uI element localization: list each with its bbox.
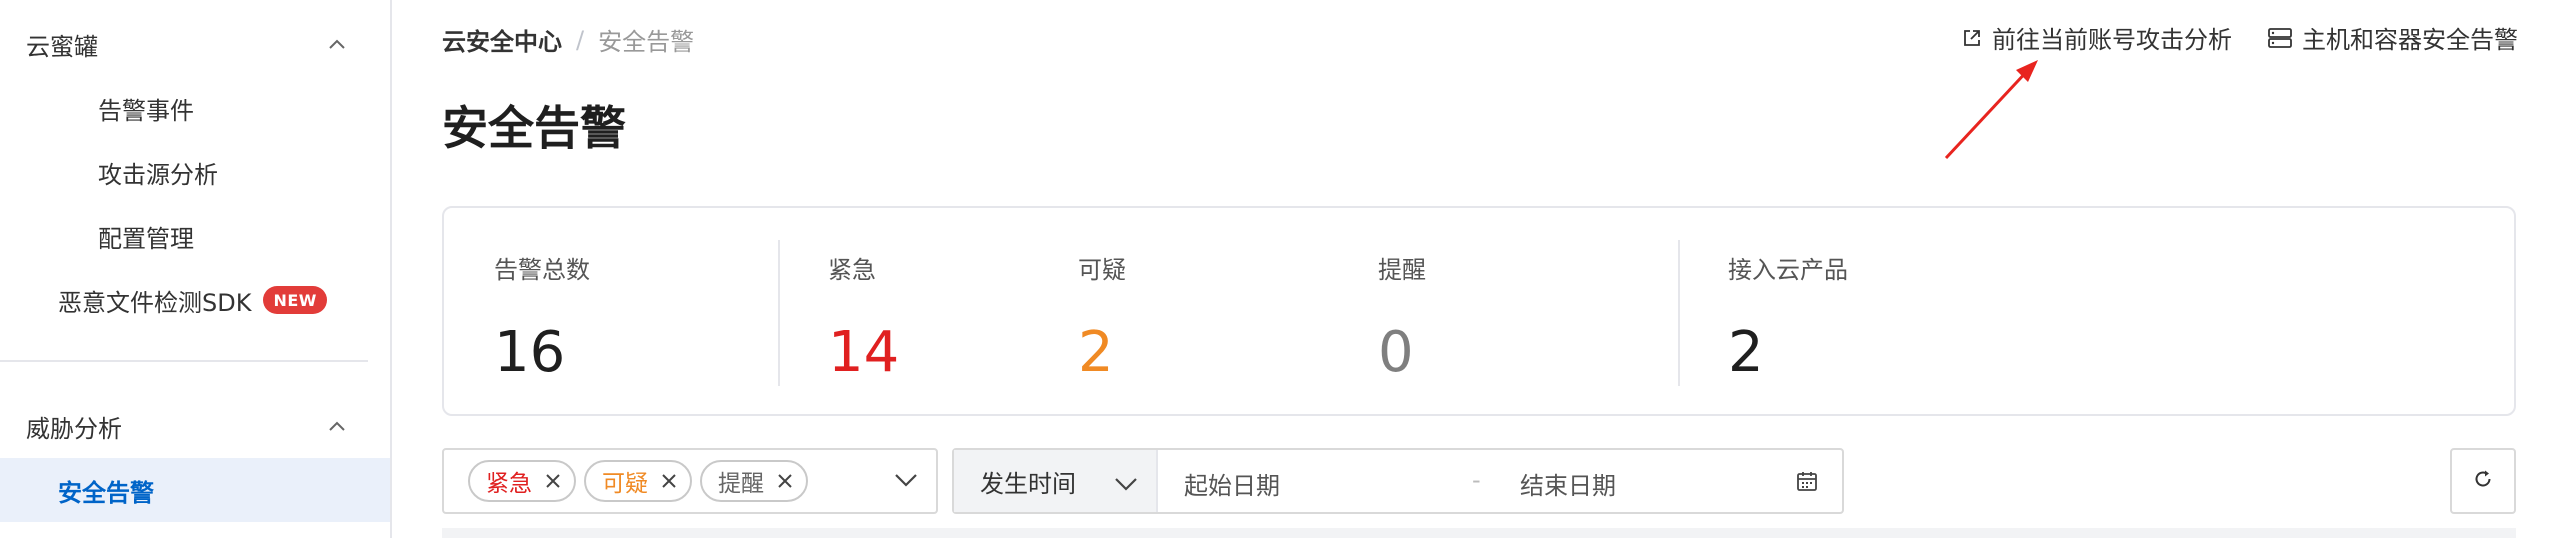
chevron-down-icon[interactable] — [894, 472, 918, 492]
annotation-arrow — [1944, 60, 2038, 160]
tag-label: 可疑 — [602, 471, 648, 497]
start-date-input[interactable]: 起始日期 — [1184, 466, 1280, 501]
severity-tag-reminder: 提醒 — [700, 460, 808, 502]
chevron-up-icon[interactable] — [328, 417, 346, 435]
stat-label: 可疑 — [1078, 256, 1126, 284]
stat-label: 提醒 — [1378, 256, 1426, 284]
close-icon[interactable] — [660, 472, 678, 490]
sidebar-item-label: 告警事件 — [98, 96, 194, 125]
stat-value: 0 — [1378, 320, 1414, 385]
severity-filter-select[interactable]: 紧急 可疑 提醒 — [442, 448, 938, 514]
sidebar-item-label: 配置管理 — [98, 224, 194, 253]
sidebar-group-label: 威胁分析 — [26, 414, 122, 443]
external-link-icon — [1962, 28, 1982, 48]
sidebar-item-label: 恶意文件检测SDK — [58, 288, 252, 317]
page-title: 安全告警 — [442, 101, 626, 155]
tag-label: 提醒 — [718, 471, 764, 497]
breadcrumb-root[interactable]: 云安全中心 — [442, 22, 562, 57]
date-range-separator: - — [1472, 466, 1481, 494]
stat-products[interactable]: 接入云产品 2 — [1728, 250, 1848, 381]
sidebar-item-label: 攻击源分析 — [98, 160, 218, 189]
table-header — [442, 528, 2516, 538]
refresh-icon — [2472, 468, 2494, 494]
breadcrumb-current: 安全告警 — [598, 28, 695, 56]
sidebar-item-alert-events[interactable]: 告警事件 — [0, 76, 390, 140]
sidebar-group-label: 云蜜罐 — [26, 32, 98, 61]
close-icon[interactable] — [776, 472, 794, 490]
sidebar-item-malware-sdk[interactable]: 恶意文件检测SDK NEW — [0, 268, 390, 332]
end-date-input[interactable]: 结束日期 — [1520, 466, 1616, 501]
stat-divider — [778, 240, 780, 386]
close-icon[interactable] — [544, 472, 562, 490]
chevron-up-icon[interactable] — [328, 35, 346, 53]
sidebar-item-security-alerts[interactable]: 安全告警 — [0, 458, 390, 522]
stat-label: 紧急 — [828, 256, 876, 284]
time-range-picker: 发生时间 起始日期 - 结束日期 — [952, 448, 1844, 514]
sidebar-group-threat-analysis[interactable]: 威胁分析 — [0, 394, 390, 458]
stat-divider — [1678, 240, 1680, 386]
calendar-icon[interactable] — [1796, 470, 1818, 496]
new-badge: NEW — [263, 286, 327, 314]
chevron-down-icon — [1114, 470, 1138, 498]
breadcrumb: 云安全中心 / 安全告警 — [442, 22, 694, 57]
stat-reminder[interactable]: 提醒 0 — [1378, 250, 1426, 381]
stat-label: 告警总数 — [494, 256, 590, 284]
host-container-alerts-link[interactable]: 主机和容器安全告警 — [2268, 20, 2518, 55]
stat-value: 2 — [1078, 320, 1114, 385]
sidebar-item-config[interactable]: 配置管理 — [0, 204, 390, 268]
stat-total[interactable]: 告警总数 16 — [494, 250, 590, 381]
tag-label: 紧急 — [486, 471, 532, 497]
breadcrumb-separator: / — [576, 25, 585, 54]
stats-card: 告警总数 16 紧急 14 可疑 2 提醒 0 接入云产品 2 — [442, 206, 2516, 416]
time-type-label: 发生时间 — [980, 469, 1076, 498]
severity-tag-urgent: 紧急 — [468, 460, 576, 502]
stat-value: 16 — [494, 320, 566, 385]
host-container-label: 主机和容器安全告警 — [2302, 26, 2518, 54]
sidebar-group-honeypot[interactable]: 云蜜罐 — [0, 12, 390, 76]
time-type-select[interactable]: 发生时间 — [954, 450, 1158, 512]
sidebar-item-attack-source[interactable]: 攻击源分析 — [0, 140, 390, 204]
sidebar: 云蜜罐 告警事件 攻击源分析 配置管理 恶意文件检测SDK NEW 威胁分析 安… — [0, 0, 392, 538]
sidebar-divider — [0, 360, 368, 362]
sidebar-item-label: 安全告警 — [58, 478, 154, 507]
stat-value: 14 — [828, 320, 900, 385]
stat-suspicious[interactable]: 可疑 2 — [1078, 250, 1126, 381]
severity-tag-suspicious: 可疑 — [584, 460, 692, 502]
stat-urgent[interactable]: 紧急 14 — [828, 250, 899, 381]
server-icon — [2268, 27, 2292, 48]
stat-value: 2 — [1728, 320, 1764, 385]
refresh-button[interactable] — [2450, 448, 2516, 514]
stat-label: 接入云产品 — [1728, 256, 1848, 284]
